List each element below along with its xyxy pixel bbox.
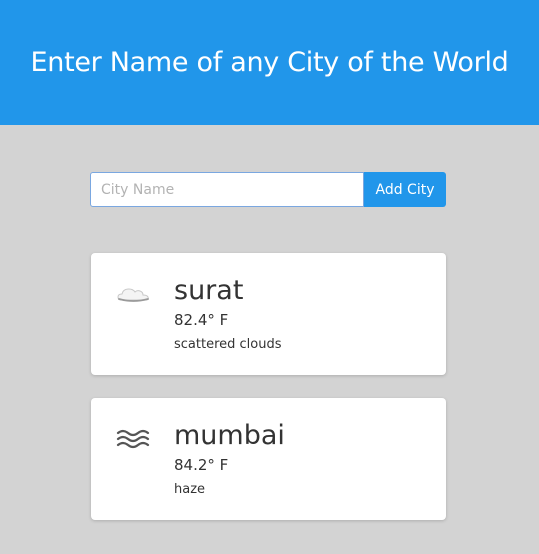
add-city-button[interactable]: Add City bbox=[364, 172, 446, 207]
card-temperature: 82.4° F bbox=[174, 311, 229, 329]
page-title: Enter Name of any City of the World bbox=[30, 47, 509, 78]
card-city-name: surat bbox=[174, 275, 244, 306]
card-temperature: 84.2° F bbox=[174, 456, 229, 474]
add-city-form: Add City bbox=[90, 172, 446, 207]
page-header: Enter Name of any City of the World bbox=[0, 0, 539, 125]
haze-icon bbox=[116, 429, 150, 449]
scattered-clouds-icon bbox=[117, 288, 149, 302]
city-name-input[interactable] bbox=[90, 172, 364, 207]
weather-card: surat 82.4° F scattered clouds bbox=[91, 253, 446, 375]
card-city-name: mumbai bbox=[174, 420, 285, 451]
card-description: scattered clouds bbox=[174, 337, 282, 352]
card-description: haze bbox=[174, 482, 206, 497]
weather-card: mumbai 84.2° F haze bbox=[91, 398, 446, 520]
